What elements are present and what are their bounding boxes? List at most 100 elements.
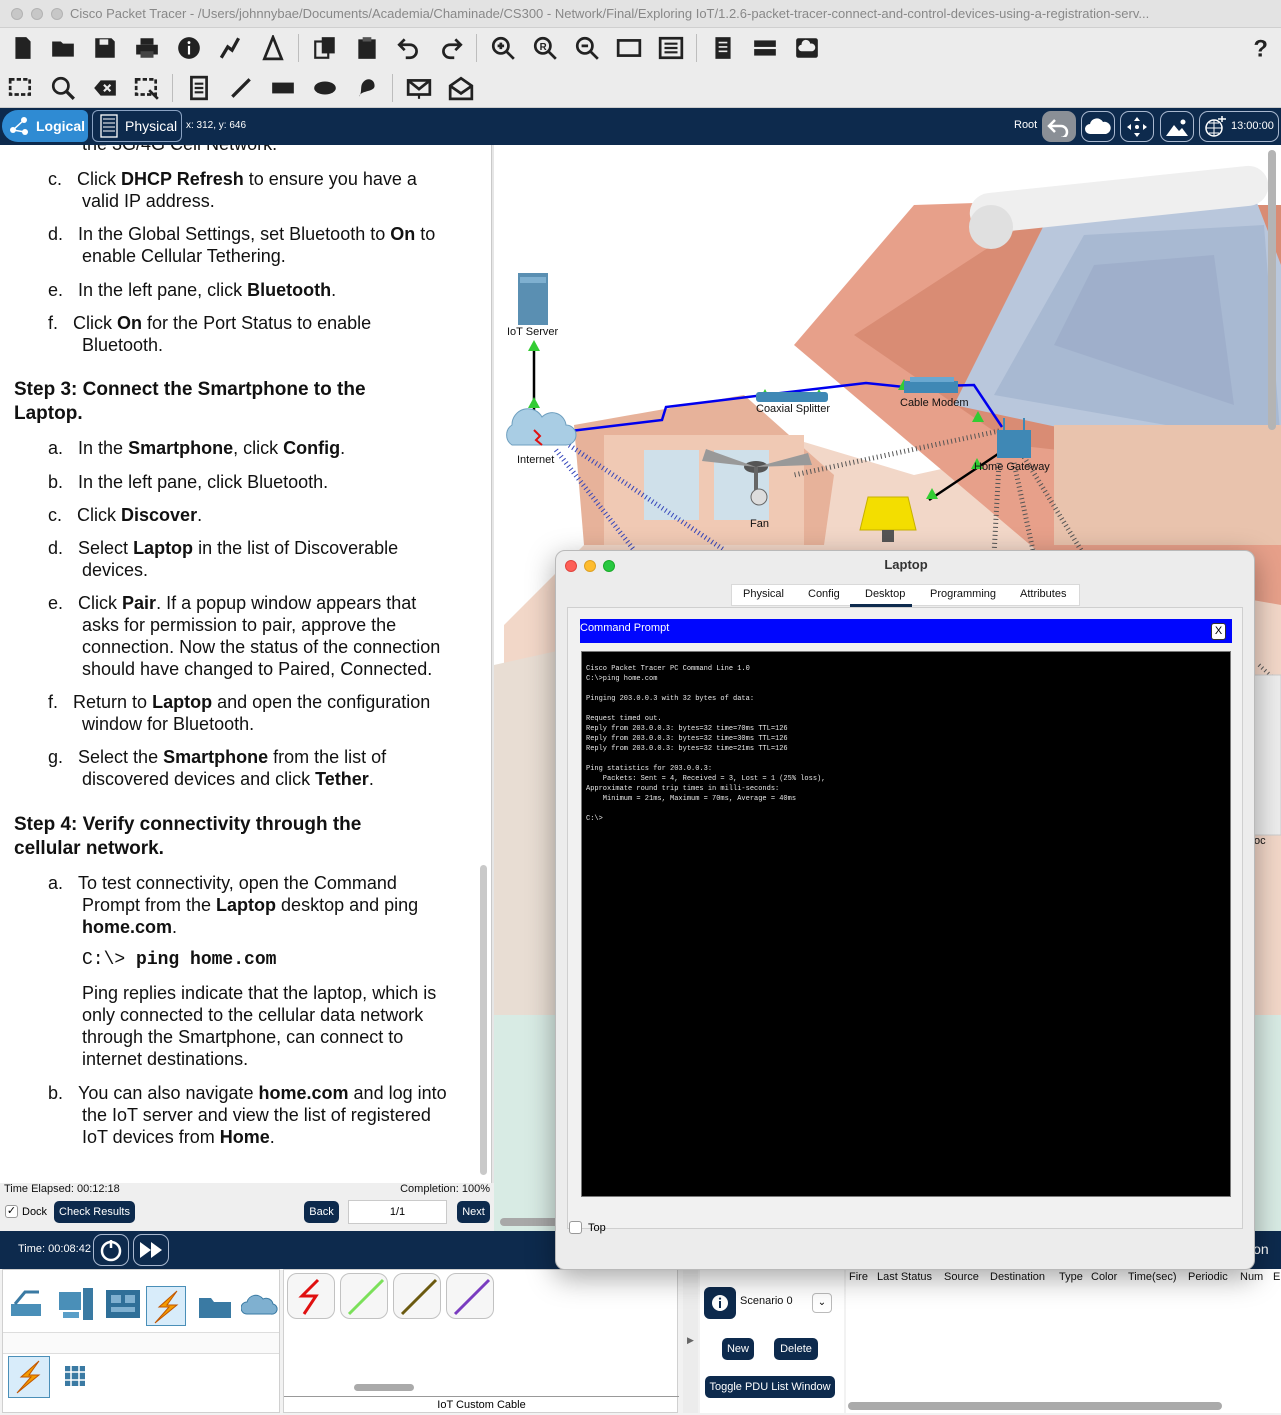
save-icon[interactable]	[90, 33, 120, 63]
new-file-icon[interactable]	[8, 33, 38, 63]
move-object-button[interactable]	[1120, 111, 1154, 142]
terminal-line: Packets: Sent = 4, Received = 3, Lost = …	[586, 775, 826, 783]
draw-ellipse-icon[interactable]	[310, 73, 340, 103]
network-devices-icon[interactable]	[9, 1284, 43, 1324]
zoom-window-button[interactable]	[51, 8, 63, 20]
instruction-line: connection. Now the status of the connec…	[82, 637, 441, 657]
power-cycle-button[interactable]	[93, 1234, 129, 1266]
inspect-icon[interactable]	[48, 73, 78, 103]
resize-shape-icon[interactable]	[132, 73, 162, 103]
toggle-pdu-list-button[interactable]: Toggle PDU List Window	[705, 1376, 835, 1398]
cable-palette-scrollbar[interactable]	[354, 1384, 414, 1391]
redo-icon[interactable]	[436, 33, 466, 63]
terminal-output[interactable]: Cisco Packet Tracer PC Command Line 1.0 …	[581, 651, 1231, 1197]
cloud-device-icon[interactable]	[792, 33, 822, 63]
terminal-line: Cisco Packet Tracer PC Command Line 1.0	[586, 665, 750, 673]
open-folder-icon[interactable]	[48, 33, 78, 63]
close-command-prompt-button[interactable]: X	[1211, 623, 1226, 640]
activity-wizard-icon[interactable]	[258, 33, 288, 63]
tab-desktop[interactable]: Desktop	[865, 588, 905, 600]
delete-icon[interactable]	[90, 73, 120, 103]
col-color[interactable]: Color	[1091, 1271, 1117, 1283]
components-icon[interactable]	[105, 1288, 141, 1320]
iot-custom-cable-icon[interactable]	[446, 1273, 494, 1319]
drawing-palette-icon[interactable]	[614, 33, 644, 63]
col-edit[interactable]: E	[1273, 1271, 1280, 1283]
cluster-icon[interactable]	[750, 33, 780, 63]
step3-item-b: b. In the left pane, click Bluetooth.	[48, 472, 329, 492]
new-scenario-button[interactable]: New	[722, 1338, 754, 1360]
help-icon[interactable]: ?	[1246, 33, 1276, 63]
col-source[interactable]: Source	[944, 1271, 979, 1283]
multiuser-icon[interactable]	[240, 1294, 279, 1318]
document-icon[interactable]	[708, 33, 738, 63]
custom-devices-icon[interactable]	[656, 33, 686, 63]
terminal-line: C:\>ping home.com	[586, 675, 658, 683]
page-indicator[interactable]: 1/1	[348, 1200, 447, 1224]
select-icon[interactable]	[6, 73, 36, 103]
col-last-status[interactable]: Last Status	[877, 1271, 932, 1283]
network-info-icon[interactable]	[216, 33, 246, 63]
fast-forward-button[interactable]	[133, 1234, 169, 1266]
minimize-window-button[interactable]	[31, 8, 43, 20]
back-level-button[interactable]	[1042, 111, 1076, 142]
end-devices-icon[interactable]	[57, 1284, 95, 1324]
step3-item-e: e. Click Pair. If a popup window appears…	[48, 593, 417, 613]
draw-line-icon[interactable]	[226, 73, 256, 103]
tab-config[interactable]: Config	[808, 588, 840, 600]
terminal-line: Minimum = 21ms, Maximum = 70ms, Average …	[586, 795, 797, 803]
connections-icon[interactable]	[146, 1286, 186, 1326]
straight-through-cable-icon[interactable]	[340, 1273, 388, 1319]
scenario-info-button[interactable]	[704, 1287, 736, 1319]
delete-scenario-button[interactable]: Delete	[774, 1338, 818, 1360]
undo-icon[interactable]	[394, 33, 424, 63]
pdu-table-scrollbar[interactable]	[848, 1402, 1222, 1410]
chevron-down-icon[interactable]: ⌄	[812, 1293, 832, 1313]
tab-physical-device[interactable]: Physical	[743, 588, 784, 600]
set-background-button[interactable]	[1160, 111, 1194, 142]
paste-icon[interactable]	[352, 33, 382, 63]
place-note-icon[interactable]	[184, 73, 214, 103]
col-destination[interactable]: Destination	[990, 1271, 1045, 1283]
zoom-out-icon[interactable]	[572, 33, 602, 63]
col-fire[interactable]: Fire	[849, 1271, 868, 1283]
collapse-panel-arrow[interactable]: ▶	[683, 1269, 698, 1413]
next-button[interactable]: Next	[457, 1201, 490, 1223]
close-window-button[interactable]	[11, 8, 23, 20]
col-time[interactable]: Time(sec)	[1128, 1271, 1176, 1283]
back-button[interactable]: Back	[304, 1201, 339, 1223]
instructions-scrollbar[interactable]	[480, 865, 487, 1175]
zoom-reset-icon[interactable]: R	[530, 33, 560, 63]
check-results-button[interactable]: Check Results	[54, 1201, 135, 1223]
zoom-in-icon[interactable]	[488, 33, 518, 63]
canvas-horizontal-scrollbar[interactable]	[500, 1218, 560, 1226]
tab-programming[interactable]: Programming	[930, 588, 996, 600]
new-cluster-button[interactable]	[1081, 111, 1115, 142]
add-complex-pdu-icon[interactable]	[446, 73, 476, 103]
workspace-bar: Logical Physical x: 312, y: 646 Root 13:…	[0, 108, 1281, 145]
auto-cable-icon[interactable]	[287, 1273, 335, 1319]
iot-server-label: IoT Server	[507, 326, 559, 338]
miscellaneous-icon[interactable]	[197, 1292, 233, 1320]
draw-rectangle-icon[interactable]	[268, 73, 298, 103]
top-checkbox[interactable]	[569, 1221, 582, 1234]
tab-logical[interactable]: Logical	[2, 110, 88, 142]
add-simple-pdu-icon[interactable]	[404, 73, 434, 103]
always-on-top-toggle[interactable]: Top	[569, 1221, 606, 1234]
tab-physical[interactable]: Physical	[92, 110, 182, 142]
dock-toggle[interactable]: ✓ Dock	[5, 1205, 47, 1218]
col-type[interactable]: Type	[1059, 1271, 1083, 1283]
copy-icon[interactable]	[310, 33, 340, 63]
col-num[interactable]: Num	[1240, 1271, 1263, 1283]
subtype-grid-icon[interactable]	[63, 1364, 87, 1388]
dock-checkbox[interactable]: ✓	[5, 1205, 18, 1218]
tab-attributes[interactable]: Attributes	[1020, 588, 1066, 600]
info-icon[interactable]	[174, 33, 204, 63]
coaxial-cable-icon[interactable]	[393, 1273, 441, 1319]
freeform-icon[interactable]	[352, 73, 382, 103]
col-periodic[interactable]: Periodic	[1188, 1271, 1228, 1283]
canvas-vertical-scrollbar[interactable]	[1268, 150, 1276, 430]
subtype-connections-icon[interactable]	[8, 1356, 50, 1398]
print-icon[interactable]	[132, 33, 162, 63]
root-label: Root	[1014, 119, 1038, 131]
